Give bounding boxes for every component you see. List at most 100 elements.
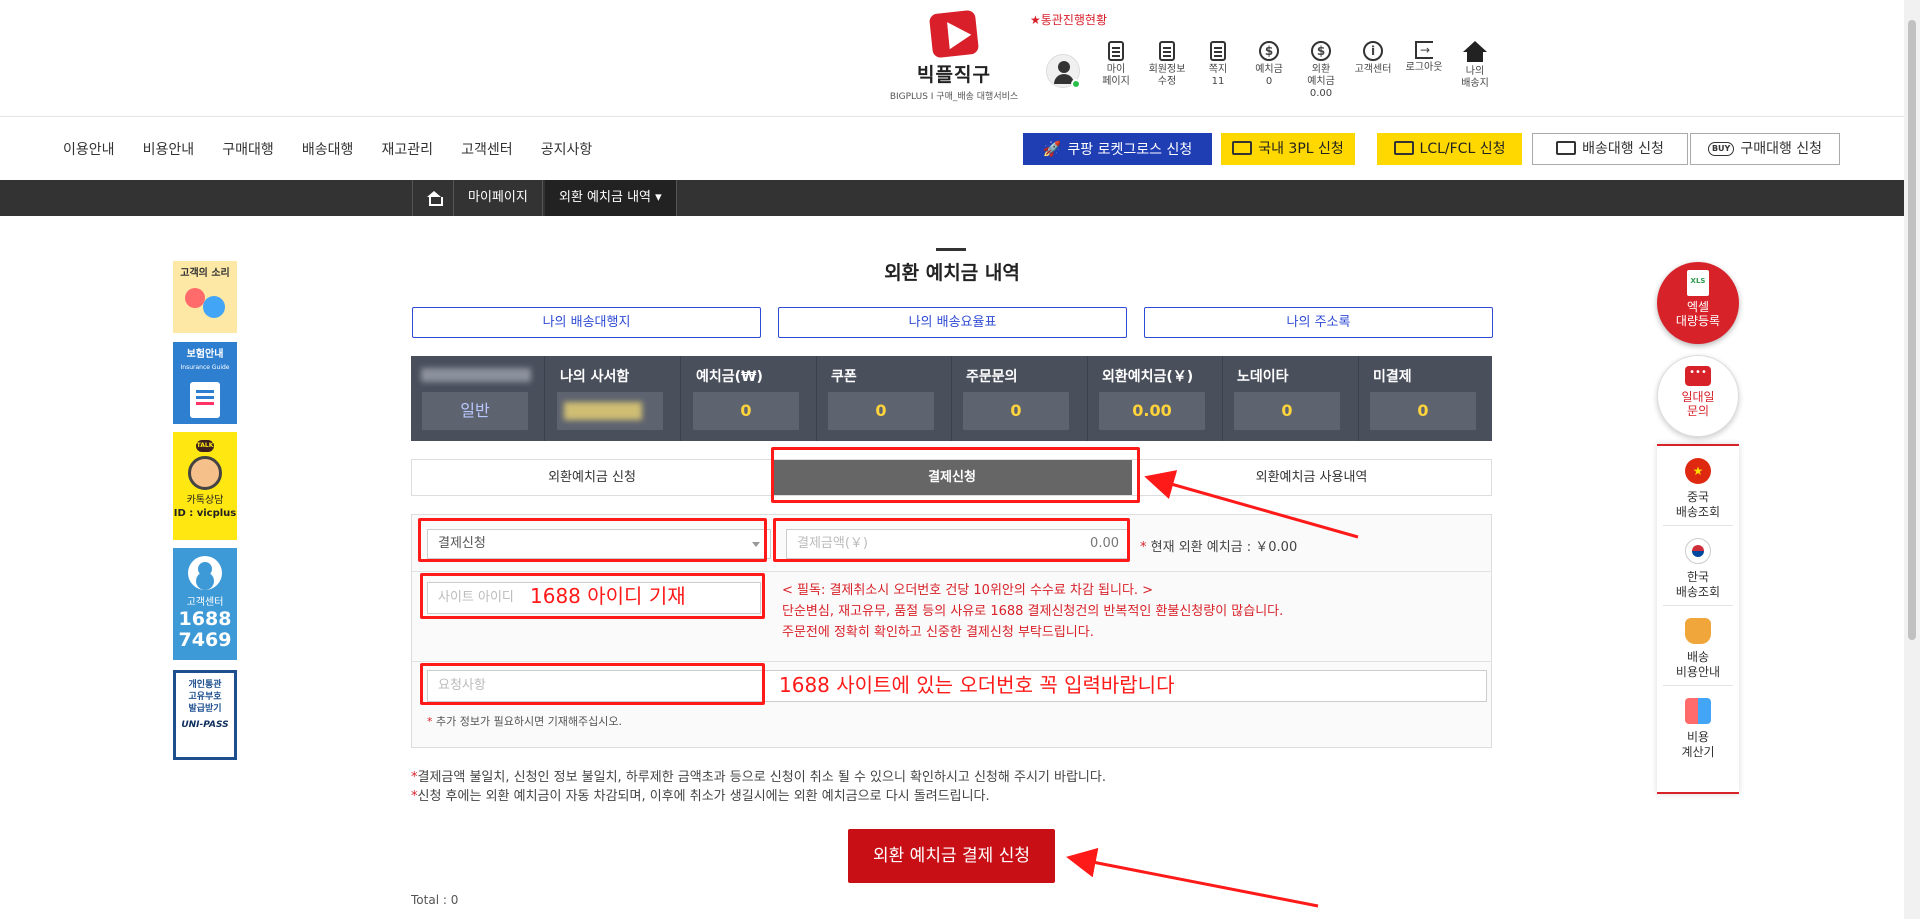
breadcrumb [0, 180, 1904, 216]
summary-unpaid-label: 미결제 [1373, 369, 1412, 385]
nav-guide[interactable]: 이용안내 [63, 139, 115, 159]
domestic-3pl-button[interactable]: 국내 3PL 신청 [1221, 133, 1355, 165]
util-my-address-label: 나의 배송지 [1461, 66, 1489, 89]
summary-fx-deposit-value[interactable]: 0.00 [1099, 392, 1205, 430]
summary-no-data-value[interactable]: 0 [1234, 392, 1340, 430]
nav-purchase[interactable]: 구매대행 [222, 139, 274, 159]
util-logout-label: 로그아웃 [1405, 62, 1443, 73]
purchase-request-button[interactable]: BUY 구매대행 신청 [1690, 133, 1840, 165]
tab-fx-deposit-request[interactable]: 외환예치금 신청 [412, 460, 772, 495]
purchase-request-label: 구매대행 신청 [1740, 141, 1823, 157]
kakao-consult-banner[interactable]: TALK 카톡상담 ID : vicplus [173, 432, 237, 540]
notice-line-2: 단순변심, 재고유무, 품절 등의 사유로 1688 결제신청건의 반복적인 환… [782, 604, 1284, 619]
one-on-one-inquiry-button[interactable]: ••• 일대일 문의 [1657, 355, 1739, 437]
domestic-3pl-label: 국내 3PL 신청 [1258, 141, 1344, 157]
kakao-talk-icon: TALK [196, 440, 214, 452]
annotation-order-no-text: 1688 사이트에 있는 오더번호 꼭 입력바랍니다 [779, 673, 1175, 697]
quick-shipping-cost-label: 배송 비용안내 [1675, 650, 1721, 679]
kakao-banner-label: 카톡상담 [186, 495, 224, 506]
nav-notice[interactable]: 공지사항 [541, 139, 593, 159]
summary-order-inquiry-label: 주문문의 [966, 369, 1018, 385]
util-mypage[interactable]: 마이 페이지 [1091, 41, 1141, 88]
dollar-icon: $ [1311, 41, 1331, 61]
util-deposit-label: 예치금 0 [1255, 64, 1283, 87]
my-address-book-link[interactable]: 나의 주소록 [1144, 307, 1493, 338]
site-header: 빅플직구 BIGPLUS I 구매_배송 대행서비스 ★통관진행현황 마이 페이… [0, 0, 1904, 117]
insurance-banner-label: 보험안내 [186, 349, 224, 360]
quick-cost-calculator[interactable]: 비용 계산기 [1663, 686, 1733, 766]
fx-deposit-tabs: 외환예치금 신청 결제신청 외환예치금 사용내역 [411, 459, 1492, 496]
util-edit-profile[interactable]: 회원정보 수정 [1142, 41, 1192, 88]
nav-customer-center[interactable]: 고객센터 [461, 139, 513, 159]
cs-banner-label: 고객센터 [186, 597, 224, 608]
shipping-request-label: 배송대행 신청 [1582, 141, 1664, 157]
tab-payment-request[interactable]: 결제신청 [772, 460, 1132, 495]
quick-china-tracking-label: 중국 배송조회 [1675, 490, 1721, 519]
breadcrumb-fx-deposit-dropdown[interactable]: 외환 예치금 내역 ▾ [545, 180, 677, 216]
fx-deposit-payment-submit-button[interactable]: 외환 예치금 결제 신청 [848, 829, 1055, 883]
customs-status-link[interactable]: ★통관진행현황 [1030, 11, 1107, 28]
notice-line-1: < 필독: 결제취소시 오더번호 건당 10위안의 수수료 차감 됩니다. > [782, 583, 1154, 598]
current-fx-balance: * 현재 외환 예치금 : ￥0.00 [1140, 540, 1298, 555]
nav-cost[interactable]: 비용안내 [143, 139, 195, 159]
util-my-address[interactable]: 나의 배송지 [1450, 41, 1500, 90]
coupang-rocket-button[interactable]: 🚀 쿠팡 로켓그로스 신청 [1023, 133, 1212, 165]
summary-no-data-label: 노데이타 [1237, 369, 1289, 385]
emotion-faces-icon [181, 286, 229, 318]
nav-shipping[interactable]: 배송대행 [302, 139, 354, 159]
china-flag-icon: ★ [1685, 458, 1711, 484]
customer-center-banner[interactable]: 고객센터 1688 7469 [173, 548, 237, 660]
rocket-icon: 🚀 [1042, 140, 1062, 158]
my-rate-table-link[interactable]: 나의 배송요율표 [778, 307, 1127, 338]
masked-username [421, 368, 531, 382]
id-card-icon [1159, 41, 1175, 61]
util-deposit[interactable]: $ 예치금 0 [1244, 41, 1294, 88]
total-count: Total : 0 [411, 893, 459, 907]
util-mypage-label: 마이 페이지 [1102, 64, 1130, 87]
brand-name: 빅플직구 [917, 64, 991, 86]
util-customer-center[interactable]: i 고객센터 [1348, 41, 1398, 76]
my-shipping-address-link[interactable]: 나의 배송대행지 [412, 307, 761, 338]
shipping-request-button[interactable]: 배송대행 신청 [1532, 133, 1688, 165]
insurance-banner[interactable]: 보험안내 Insurance Guide [173, 342, 237, 424]
nav-inventory[interactable]: 재고관리 [382, 139, 434, 159]
unipass-banner[interactable]: 개인통관 고유부호 발급받기 UNI-PASS [173, 670, 237, 760]
util-messages[interactable]: 쪽지 11 [1193, 41, 1243, 88]
request-type-select[interactable]: 결제신청 [427, 529, 771, 559]
payment-amount-input[interactable]: 결제금액(￥) 0.00 [786, 529, 1130, 559]
logo-mark-icon [928, 9, 980, 59]
lcl-fcl-button[interactable]: LCL/FCL 신청 [1377, 133, 1522, 165]
chat-bubble-icon: ••• [1685, 366, 1711, 386]
util-fx-deposit[interactable]: $ 외환 예치금 0.00 [1296, 41, 1346, 100]
excel-bulk-upload-label: 엑셀 대량등록 [1675, 300, 1721, 328]
site-logo[interactable]: 빅플직구 BIGPLUS I 구매_배송 대행서비스 [884, 9, 1024, 102]
box-icon [1393, 141, 1414, 155]
quick-shipping-cost[interactable]: 배송 비용안내 [1663, 606, 1733, 686]
quick-china-tracking[interactable]: ★ 중국 배송조회 [1663, 446, 1733, 526]
summary-coupon-value[interactable]: 0 [828, 392, 934, 430]
page: 빅플직구 BIGPLUS I 구매_배송 대행서비스 ★통관진행현황 마이 페이… [0, 0, 1920, 919]
arrow-to-submit-button [1066, 847, 1319, 908]
quick-korea-tracking[interactable]: 한국 배송조회 [1663, 526, 1733, 606]
title-accent-bar [936, 248, 966, 251]
current-fx-balance-text: 현재 외환 예치금 : ￥0.00 [1150, 540, 1298, 555]
support-agent-icon [188, 556, 222, 590]
summary-unpaid-value[interactable]: 0 [1370, 392, 1476, 430]
summary-mailbox: 나의 사서함 [546, 356, 681, 441]
box-icon [1232, 141, 1253, 155]
summary-coupon-label: 쿠폰 [831, 369, 857, 385]
unipass-logo: UNI-PASS [181, 720, 229, 730]
tab-fx-deposit-history[interactable]: 외환예치금 사용내역 [1132, 460, 1491, 495]
page-scrollbar[interactable] [1904, 0, 1920, 919]
util-logout[interactable]: → 로그아웃 [1399, 41, 1449, 74]
money-bag-icon [1685, 618, 1711, 644]
breadcrumb-mypage[interactable]: 마이페이지 [454, 180, 543, 216]
summary-order-inquiry-value[interactable]: 0 [963, 392, 1069, 430]
summary-deposit-value[interactable]: 0 [693, 392, 799, 430]
request-notes-help: * 추가 정보가 필요하시면 기재해주십시오. [427, 715, 623, 728]
breadcrumb-home-icon[interactable] [412, 180, 454, 216]
scrollbar-thumb[interactable] [1908, 20, 1916, 640]
brand-tagline: BIGPLUS I 구매_배송 대행서비스 [889, 92, 1019, 102]
character-icon [188, 456, 222, 490]
notice-line-3: 주문전에 정확히 확인하고 신중한 결제신청 부탁드립니다. [782, 625, 1094, 640]
